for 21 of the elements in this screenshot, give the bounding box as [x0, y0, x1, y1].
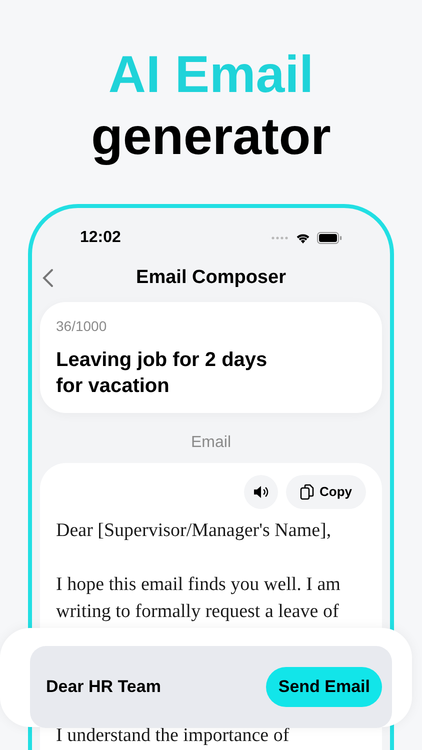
email-paragraph: I hope this email finds you well. I am writing to formally request a leave of: [56, 573, 342, 624]
prompt-text: Leaving job for 2 days for vacation: [56, 348, 268, 399]
message-text: Dear HR Team: [46, 676, 161, 698]
back-button[interactable]: [42, 268, 54, 288]
character-count: 36/1000: [56, 317, 108, 336]
email-paragraph: Dear [Supervisor/Manager's Name],: [56, 519, 332, 543]
wifi-icon: [295, 232, 311, 244]
speaker-button[interactable]: [244, 475, 278, 509]
status-time: 12:02: [80, 228, 121, 248]
speaker-icon: [252, 485, 268, 499]
copy-button[interactable]: Copy: [286, 475, 366, 509]
headline: generator: [91, 107, 331, 168]
copy-icon: [300, 484, 314, 500]
email-paragraph: I understand the importance of: [56, 725, 290, 747]
send-email-button[interactable]: Send Email: [266, 667, 382, 707]
signal-icon: [271, 236, 289, 240]
section-label: Email: [190, 433, 231, 453]
headline-accent: AI Email: [108, 45, 314, 106]
nav-title: Email Composer: [136, 266, 286, 290]
battery-icon: [317, 232, 342, 244]
message-field[interactable]: Dear HR Team Send Email: [30, 646, 392, 728]
